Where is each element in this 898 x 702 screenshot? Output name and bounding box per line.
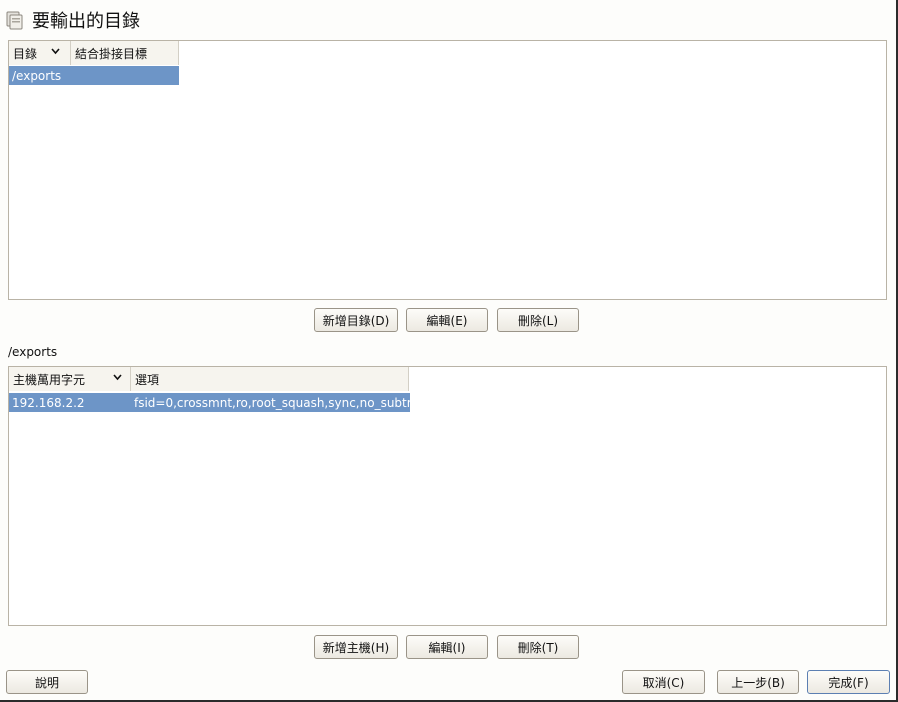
- table-row[interactable]: /exports: [9, 66, 179, 85]
- chevron-down-icon: [113, 374, 122, 381]
- selected-directory-label: /exports: [8, 345, 58, 359]
- directory-table[interactable]: 目錄 結合掛接目標 /exports: [8, 40, 887, 300]
- page-header: 要輸出的目錄: [6, 8, 140, 32]
- column-header-directory[interactable]: 目錄: [9, 41, 71, 65]
- folder-stack-icon: [6, 11, 23, 30]
- cancel-button[interactable]: 取消(C): [622, 670, 705, 694]
- directory-cell: /exports: [12, 68, 62, 83]
- table-row[interactable]: 192.168.2.2 fsid=0,crossmnt,ro,root_squa…: [9, 393, 410, 412]
- chevron-down-icon: [51, 48, 60, 55]
- add-directory-button[interactable]: 新增目錄(D): [314, 308, 398, 332]
- finish-button[interactable]: 完成(F): [807, 670, 890, 694]
- column-header-options[interactable]: 選項: [131, 367, 409, 391]
- options-cell: fsid=0,crossmnt,ro,root_squash,sync,no_s…: [134, 395, 410, 410]
- help-button[interactable]: 說明: [6, 670, 88, 694]
- add-host-button[interactable]: 新增主機(H): [314, 635, 398, 659]
- edit-host-button[interactable]: 編輯(I): [406, 635, 488, 659]
- delete-directory-button[interactable]: 刪除(L): [497, 308, 579, 332]
- host-table[interactable]: 主機萬用字元 選項 192.168.2.2 fsid=0,crossmnt,ro…: [8, 366, 887, 626]
- edit-directory-button[interactable]: 編輯(E): [406, 308, 488, 332]
- host-table-header: 主機萬用字元 選項: [9, 367, 409, 391]
- back-button[interactable]: 上一步(B): [717, 670, 799, 694]
- page-title: 要輸出的目錄: [32, 11, 140, 32]
- column-header-host-wildcard[interactable]: 主機萬用字元: [9, 367, 131, 391]
- delete-host-button[interactable]: 刪除(T): [497, 635, 579, 659]
- host-cell: 192.168.2.2: [12, 395, 85, 410]
- directory-table-header: 目錄 結合掛接目標: [9, 41, 179, 65]
- column-header-mount-target[interactable]: 結合掛接目標: [71, 41, 179, 65]
